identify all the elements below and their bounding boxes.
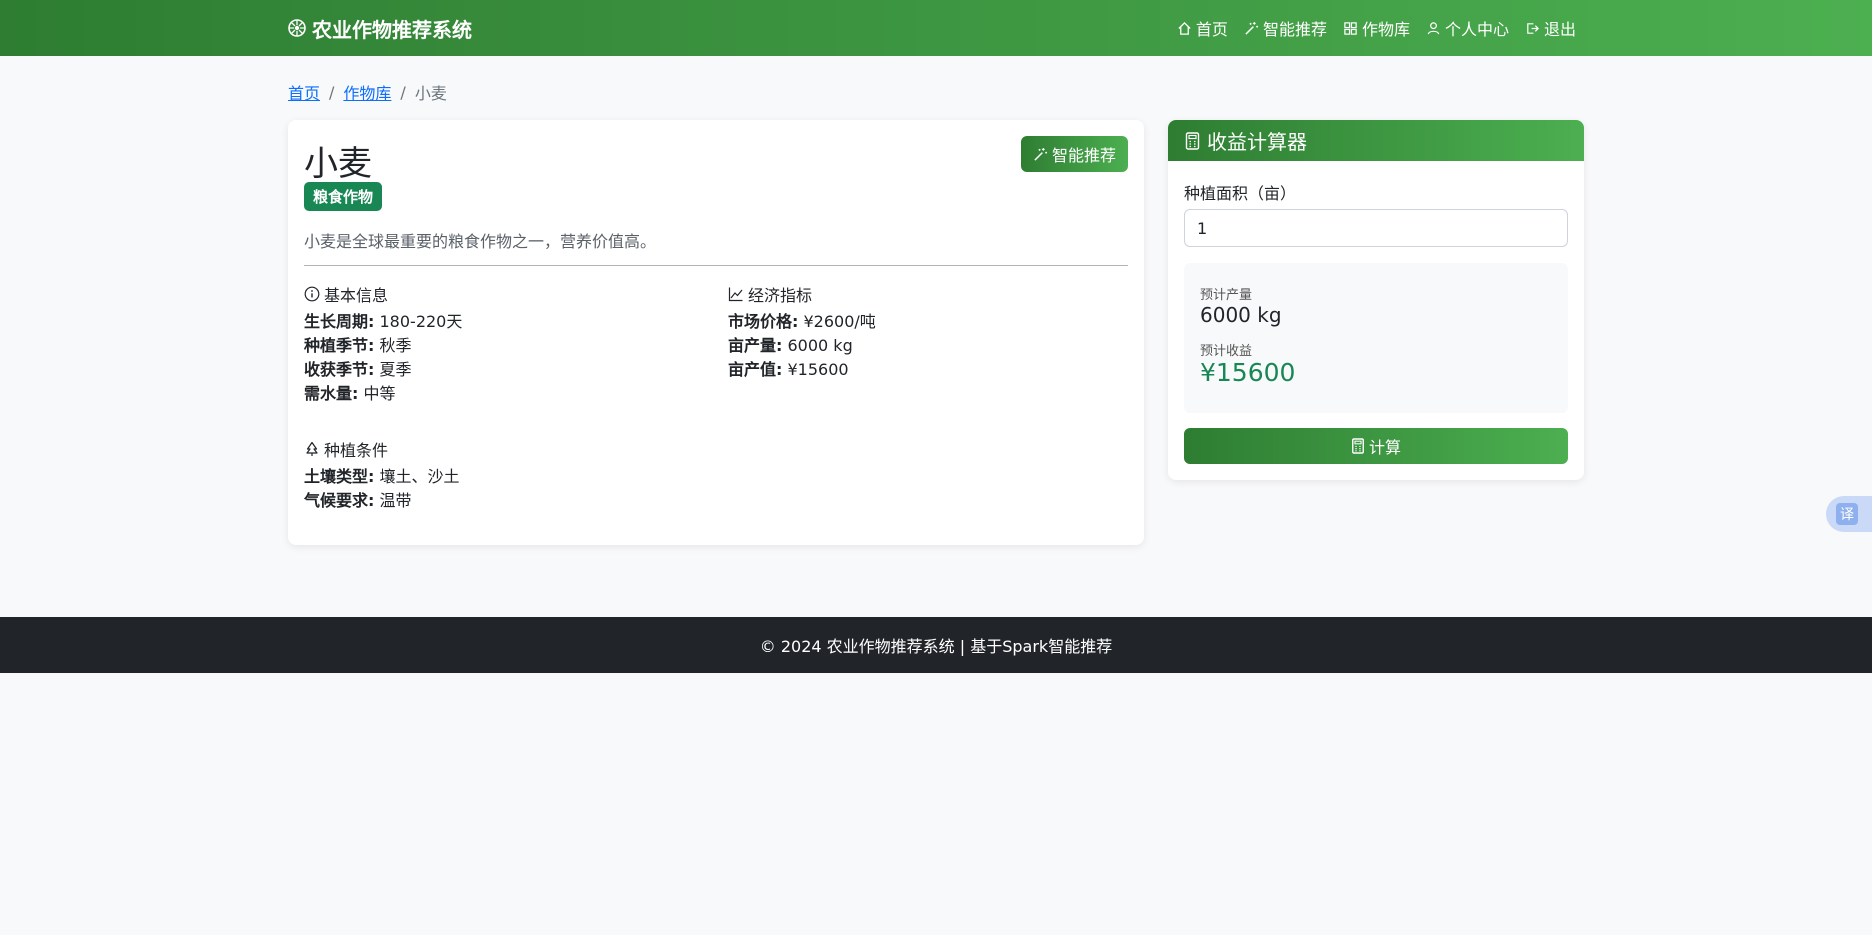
person-icon — [1427, 21, 1440, 34]
yield-value: 6000 kg — [1200, 303, 1282, 327]
nav-smart-recommend[interactable]: 智能推荐 — [1244, 16, 1327, 40]
category-badge: 粮食作物 — [304, 182, 383, 211]
info-value: ¥2600/吨 — [803, 312, 876, 331]
conditions-title: 种植条件 — [324, 441, 389, 460]
info-label: 收获季节: — [304, 360, 375, 379]
info-row: 亩产量: 6000 kg — [728, 334, 876, 358]
info-label: 市场价格: — [728, 312, 799, 331]
nav-crop-library-label: 作物库 — [1361, 20, 1410, 39]
nav-crop-library[interactable]: 作物库 — [1343, 16, 1410, 40]
breadcrumb-current: 小麦 — [414, 84, 447, 103]
crop-title: 小麦 — [304, 144, 372, 184]
info-value: 中等 — [363, 384, 396, 403]
breadcrumb: 首页 / 作物库 / 小麦 — [288, 80, 447, 104]
income-calculator-card: 收益计算器 种植面积（亩） 预计产量 6000 kg 预计收益 ¥15600 计… — [1168, 120, 1584, 480]
economic-heading: 经济指标 — [728, 282, 812, 306]
info-row: 亩产值: ¥15600 — [728, 358, 876, 382]
info-label: 亩产量: — [728, 336, 783, 355]
info-value: ¥15600 — [787, 360, 849, 379]
info-label: 生长周期: — [304, 312, 375, 331]
translate-icon: 译 — [1836, 503, 1858, 525]
flower-icon — [288, 19, 306, 37]
brand-name: 农业作物推荐系统 — [312, 17, 472, 42]
breadcrumb-separator: / — [400, 82, 406, 102]
brand-logo[interactable]: 农业作物推荐系统 — [288, 0, 472, 56]
translate-tab[interactable]: 译 — [1826, 496, 1872, 532]
smart-recommend-button[interactable]: 智能推荐 — [1020, 136, 1128, 172]
breadcrumb-home[interactable]: 首页 — [288, 80, 320, 104]
calculate-label: 计算 — [1368, 438, 1401, 457]
economic-list: 市场价格: ¥2600/吨 亩产量: 6000 kg 亩产值: ¥15600 — [728, 310, 876, 382]
info-value: 夏季 — [379, 360, 412, 379]
calculator-title: 收益计算器 — [1207, 130, 1307, 154]
nav-home-label: 首页 — [1195, 20, 1228, 39]
area-label: 种植面积（亩） — [1184, 184, 1297, 203]
info-label: 种植季节: — [304, 336, 375, 355]
economic-title: 经济指标 — [748, 286, 813, 305]
magic-wand-icon — [1034, 147, 1048, 161]
nav-home[interactable]: 首页 — [1177, 16, 1228, 40]
info-value: 180-220天 — [379, 312, 463, 331]
info-value: 温带 — [379, 491, 412, 510]
basic-info-heading: 基本信息 — [304, 282, 388, 306]
footer: © 2024 农业作物推荐系统 | 基于Spark智能推荐 — [0, 617, 1872, 673]
income-value: ¥15600 — [1200, 358, 1296, 387]
nav-logout[interactable]: 退出 — [1525, 16, 1576, 40]
divider — [304, 265, 1128, 266]
calculator-icon — [1185, 131, 1200, 150]
info-value: 壤土、沙土 — [379, 467, 460, 486]
smart-recommend-label: 智能推荐 — [1051, 146, 1116, 165]
area-input[interactable] — [1184, 209, 1568, 247]
calculator-icon — [1352, 438, 1364, 454]
magic-wand-icon — [1245, 21, 1258, 35]
conditions-list: 土壤类型: 壤土、沙土 气候要求: 温带 — [304, 465, 460, 513]
crop-detail-card: 小麦 智能推荐 粮食作物 小麦是全球最重要的粮食作物之一，营养价值高。 基本信息… — [288, 120, 1144, 545]
crop-description: 小麦是全球最重要的粮食作物之一，营养价值高。 — [304, 232, 657, 251]
result-panel: 预计产量 6000 kg 预计收益 ¥15600 — [1184, 263, 1568, 413]
info-row: 生长周期: 180-220天 — [304, 310, 462, 334]
info-label: 气候要求: — [304, 491, 375, 510]
basic-info-title: 基本信息 — [324, 286, 389, 305]
main-nav: 首页 智能推荐 作物库 个人中心 退出 — [1161, 0, 1576, 56]
house-icon — [1178, 21, 1191, 35]
breadcrumb-separator: / — [329, 82, 335, 102]
info-row: 气候要求: 温带 — [304, 489, 460, 513]
info-label: 亩产值: — [728, 360, 783, 379]
info-value: 6000 kg — [787, 336, 853, 355]
info-row: 土壤类型: 壤土、沙土 — [304, 465, 460, 489]
info-value: 秋季 — [379, 336, 412, 355]
info-row: 需水量: 中等 — [304, 382, 462, 406]
info-row: 市场价格: ¥2600/吨 — [728, 310, 876, 334]
top-navbar: 农业作物推荐系统 首页 智能推荐 作物库 个人中心 退出 — [0, 0, 1872, 56]
info-label: 需水量: — [304, 384, 359, 403]
breadcrumb-crop-library[interactable]: 作物库 — [343, 80, 391, 104]
grid-icon — [1344, 21, 1357, 35]
info-row: 种植季节: 秋季 — [304, 334, 462, 358]
income-label: 预计收益 — [1200, 344, 1253, 359]
nav-profile[interactable]: 个人中心 — [1426, 16, 1509, 40]
line-chart-icon — [728, 287, 743, 302]
yield-label: 预计产量 — [1200, 288, 1253, 303]
info-label: 土壤类型: — [304, 467, 375, 486]
logout-icon — [1527, 22, 1539, 34]
footer-text: © 2024 农业作物推荐系统 | 基于Spark智能推荐 — [759, 637, 1113, 656]
nav-profile-label: 个人中心 — [1444, 20, 1509, 39]
nav-logout-label: 退出 — [1543, 20, 1576, 39]
info-row: 收获季节: 夏季 — [304, 358, 462, 382]
calculator-header: 收益计算器 — [1168, 120, 1584, 161]
info-circle-icon — [304, 286, 320, 302]
basic-info-list: 生长周期: 180-220天 种植季节: 秋季 收获季节: 夏季 需水量: 中等 — [304, 310, 462, 406]
conditions-heading: 种植条件 — [304, 437, 388, 461]
tree-icon — [306, 441, 318, 456]
nav-smart-recommend-label: 智能推荐 — [1262, 20, 1327, 39]
calculate-button[interactable]: 计算 — [1184, 428, 1568, 464]
